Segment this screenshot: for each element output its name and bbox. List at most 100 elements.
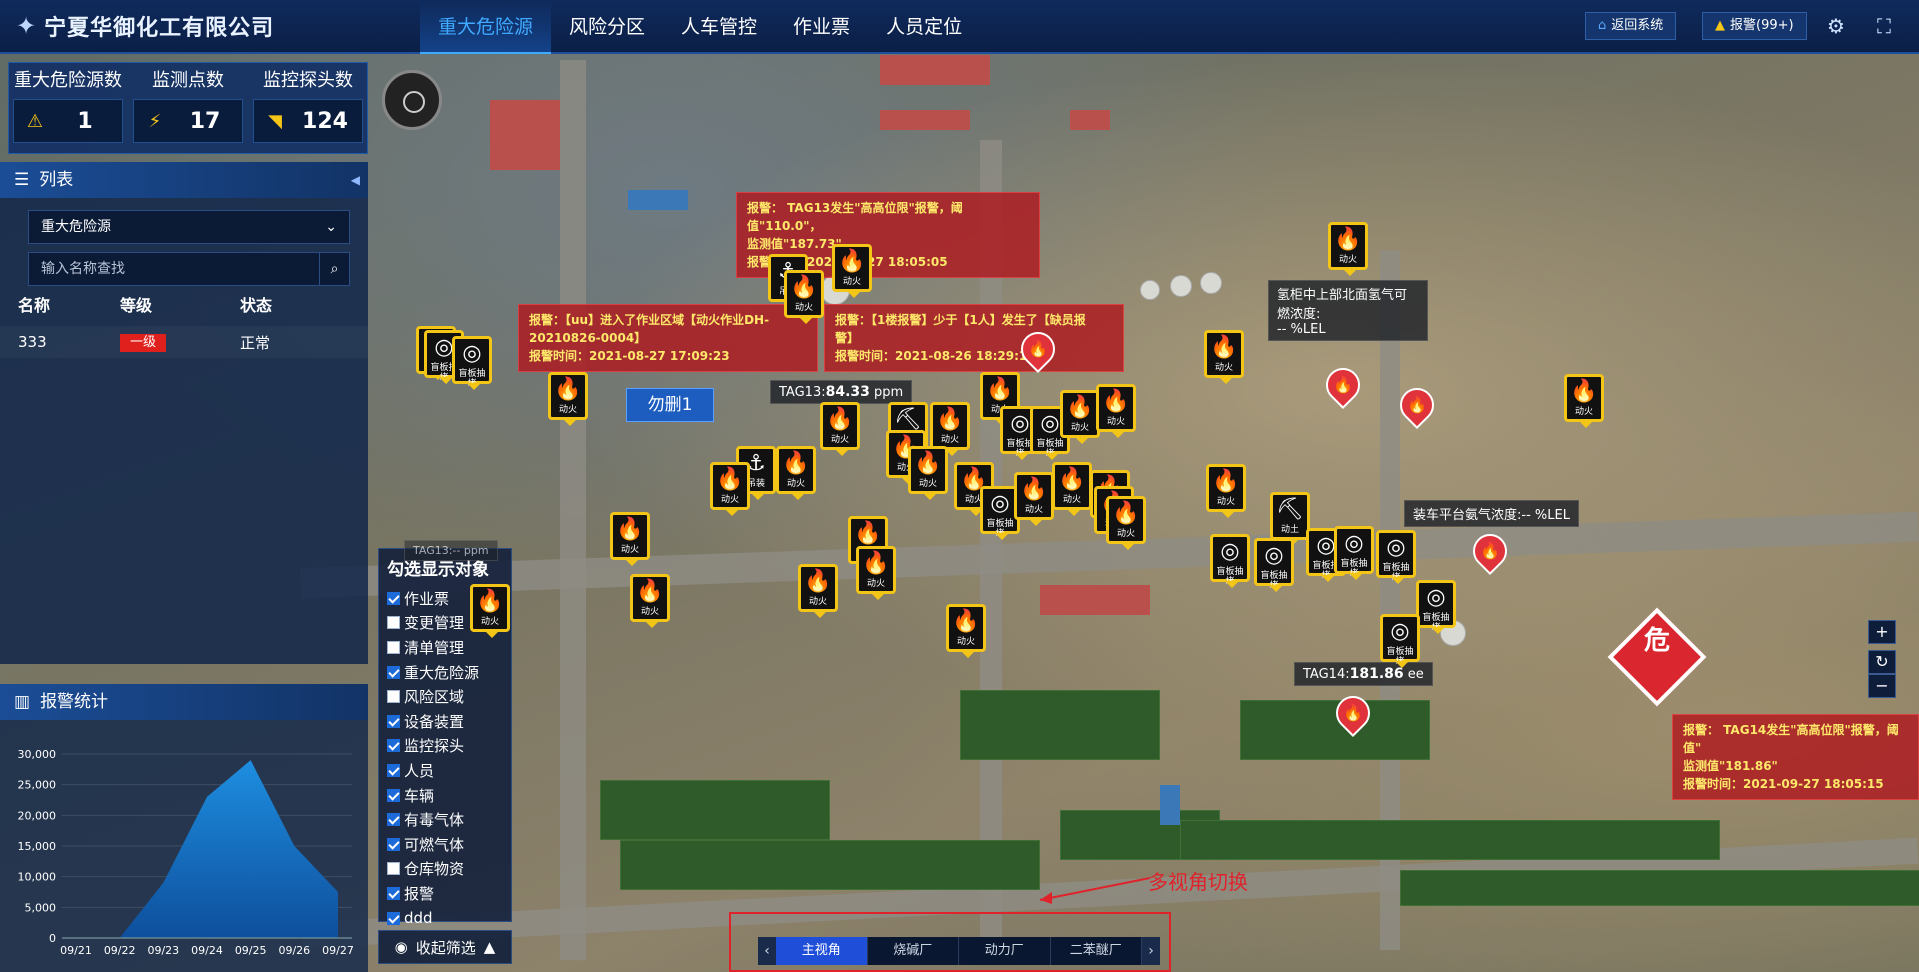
work-permit-marker-pipe[interactable]: ◎ 盲板抽堵 bbox=[1416, 580, 1456, 634]
area-label[interactable]: 勿删1 bbox=[626, 388, 714, 422]
work-permit-marker-fire[interactable]: 🔥动火 bbox=[930, 402, 970, 456]
filter-item[interactable]: 清单管理 bbox=[379, 635, 511, 660]
checkbox[interactable] bbox=[387, 837, 400, 851]
fullscreen-icon[interactable]: ⛶ bbox=[1870, 12, 1898, 40]
work-permit-marker-fire[interactable]: 🔥动火 bbox=[1204, 330, 1244, 384]
work-permit-marker-fire[interactable]: 🔥动火 bbox=[1564, 374, 1604, 428]
work-permit-marker-fire[interactable]: 🔥动火 bbox=[1206, 464, 1246, 518]
alarm-popup-understaffed[interactable]: 报警：【1楼报警】少于【1人】发生了【缺员报 警】 报警时间：2021-08-2… bbox=[824, 304, 1124, 372]
collapse-filter-button[interactable]: ◉ 收起筛选 ▲ bbox=[378, 930, 512, 964]
work-permit-marker-fire[interactable]: 🔥动火 bbox=[798, 564, 838, 618]
work-permit-marker-pipe[interactable]: ◎ 盲板抽堵 bbox=[452, 336, 492, 390]
stats-panel: 重大危险源数 ⚠ 1 监测点数 ⚡ 17 监控探头数 ◥ 124 bbox=[8, 62, 368, 154]
checkbox[interactable] bbox=[387, 763, 400, 777]
chevron-left-icon[interactable]: ‹ bbox=[758, 937, 776, 965]
tag13-reading[interactable]: TAG13:84.33 ppm bbox=[770, 380, 913, 404]
zoom-in-button[interactable]: + bbox=[1868, 620, 1896, 644]
work-permit-marker-fire[interactable]: 🔥动火 bbox=[832, 244, 872, 298]
work-permit-marker-pipe[interactable]: ◎ 盲板抽堵 bbox=[1334, 526, 1374, 580]
alarm-button[interactable]: ▲ 报警(99+) bbox=[1702, 12, 1807, 40]
view-tab-main[interactable]: 主视角 bbox=[776, 937, 868, 965]
work-permit-marker-fire[interactable]: 🔥动火 bbox=[776, 446, 816, 500]
filter-item[interactable]: 有毒气体 bbox=[379, 807, 511, 832]
checkbox[interactable] bbox=[387, 591, 400, 605]
filter-item[interactable]: 可燃气体 bbox=[379, 832, 511, 857]
collapse-arrow-icon[interactable]: ◀ bbox=[351, 162, 360, 198]
work-permit-marker-earth[interactable]: ⛏动土 bbox=[1270, 492, 1310, 546]
compass-icon[interactable] bbox=[382, 70, 442, 130]
alarm-popup-area-entry[interactable]: 报警：【uu】进入了作业区域【动火作业DH- 20210826-0004】 报警… bbox=[518, 304, 818, 372]
checkbox[interactable] bbox=[387, 665, 400, 679]
checkbox[interactable] bbox=[387, 739, 400, 753]
checkbox[interactable] bbox=[387, 616, 400, 630]
gas-reading-ammonia[interactable]: 装车平台氨气浓度:-- %LEL bbox=[1404, 500, 1579, 527]
work-permit-marker-fire[interactable]: 🔥动火 bbox=[856, 546, 896, 600]
work-permit-marker-fire[interactable]: 🔥动火 bbox=[710, 462, 750, 516]
checkbox[interactable] bbox=[387, 690, 400, 704]
zoom-out-button[interactable]: − bbox=[1868, 674, 1896, 698]
flame-icon: 🔥 bbox=[986, 377, 1014, 402]
work-permit-marker-fire[interactable]: 🔥动火 bbox=[784, 270, 824, 324]
flame-icon: 🔥 bbox=[936, 407, 964, 432]
work-permit-marker-fire[interactable]: 🔥动火 bbox=[1014, 472, 1054, 526]
search-icon[interactable]: ⌕ bbox=[319, 253, 349, 285]
stat-cameras: 监控探头数 ◥ 124 bbox=[249, 67, 367, 143]
work-permit-marker-fire[interactable]: 🔥动火 bbox=[470, 584, 510, 638]
filter-item[interactable]: ddd bbox=[379, 906, 511, 931]
nav-major-hazard[interactable]: 重大危险源 bbox=[420, 0, 552, 54]
nav-risk-zone[interactable]: 风险分区 bbox=[551, 0, 663, 54]
work-permit-marker-fire[interactable]: 🔥动火 bbox=[1328, 222, 1368, 276]
flame-icon: 🔥 bbox=[476, 589, 504, 614]
table-row[interactable]: 333 一级 正常 bbox=[0, 326, 368, 358]
view-tab-caustic-soda[interactable]: 烧碱厂 bbox=[868, 937, 959, 965]
checkbox[interactable] bbox=[387, 813, 400, 827]
work-permit-marker-fire[interactable]: 🔥动火 bbox=[1096, 384, 1136, 438]
work-permit-marker-fire[interactable]: 🔥动火 bbox=[820, 402, 860, 456]
logo-icon: ✦ bbox=[16, 12, 37, 40]
filter-item[interactable]: 监控探头 bbox=[379, 734, 511, 759]
checkbox[interactable] bbox=[387, 714, 400, 728]
filter-item[interactable]: 重大危险源 bbox=[379, 660, 511, 685]
work-permit-marker-pipe[interactable]: ◎ 盲板抽堵 bbox=[1210, 534, 1250, 588]
gas-reading-hydrogen[interactable]: 氢柜中上部北面氢气可燃浓度: -- %LEL bbox=[1268, 280, 1428, 341]
flame-icon: 🔥 bbox=[1058, 467, 1086, 492]
alarm-popup-tag14[interactable]: 报警： TAG14发生"高高位限"报警，阈值" 监测值"181.86" 报警时间… bbox=[1672, 714, 1919, 800]
view-tab-power[interactable]: 动力厂 bbox=[959, 937, 1051, 965]
filter-item[interactable]: 设备装置 bbox=[379, 709, 511, 734]
work-permit-marker-pipe[interactable]: ◎ 盲板抽堵 bbox=[1376, 530, 1416, 584]
checkbox[interactable] bbox=[387, 640, 400, 654]
checkbox[interactable] bbox=[387, 862, 400, 876]
return-system-button[interactable]: ⌂ 返回系统 bbox=[1585, 12, 1677, 40]
flame-icon: 🔥 bbox=[804, 569, 832, 594]
filter-item[interactable]: 报警 bbox=[379, 881, 511, 906]
checkbox[interactable] bbox=[387, 911, 400, 925]
gear-icon[interactable]: ⚙ bbox=[1822, 12, 1850, 40]
flame-icon: 🔥 bbox=[616, 517, 644, 542]
nav-work-permit[interactable]: 作业票 bbox=[775, 0, 868, 54]
checkbox[interactable] bbox=[387, 886, 400, 900]
view-tab-diphenyl-ether[interactable]: 二苯醚厂 bbox=[1051, 937, 1142, 965]
filter-item[interactable]: 车辆 bbox=[379, 783, 511, 808]
chevron-right-icon[interactable]: › bbox=[1142, 937, 1160, 965]
filter-item[interactable]: 风险区域 bbox=[379, 684, 511, 709]
work-permit-marker-pipe[interactable]: ◎ 盲板抽堵 bbox=[1254, 538, 1294, 592]
work-permit-marker-fire[interactable]: 🔥动火 bbox=[946, 604, 986, 658]
work-permit-marker-fire[interactable]: 🔥动火 bbox=[548, 372, 588, 426]
valve-icon: ◎ bbox=[1390, 619, 1410, 644]
work-permit-marker-fire[interactable]: 🔥动火 bbox=[908, 446, 948, 500]
work-permit-marker-fire[interactable]: 🔥动火 bbox=[630, 574, 670, 628]
checkbox[interactable] bbox=[387, 788, 400, 802]
work-permit-marker-fire[interactable]: 🔥动火 bbox=[1106, 496, 1146, 550]
filter-item[interactable]: 仓库物资 bbox=[379, 857, 511, 882]
filter-item[interactable]: 人员 bbox=[379, 758, 511, 783]
work-permit-marker-fire[interactable]: 🔥动火 bbox=[610, 512, 650, 566]
work-permit-marker-pipe[interactable]: ◎ 盲板抽堵 bbox=[1380, 614, 1420, 668]
work-permit-marker-fire[interactable]: 🔥动火 bbox=[1052, 462, 1092, 516]
type-select[interactable]: 重大危险源 ⌄ bbox=[28, 210, 350, 244]
reset-view-button[interactable]: ↻ bbox=[1868, 650, 1896, 674]
work-permit-marker-fire[interactable]: 🔥动火 bbox=[1060, 390, 1100, 444]
valve-icon: ◎ bbox=[1426, 585, 1446, 610]
search-input[interactable] bbox=[29, 253, 319, 285]
nav-people-vehicle[interactable]: 人车管控 bbox=[663, 0, 775, 54]
nav-personnel-location[interactable]: 人员定位 bbox=[868, 0, 980, 54]
